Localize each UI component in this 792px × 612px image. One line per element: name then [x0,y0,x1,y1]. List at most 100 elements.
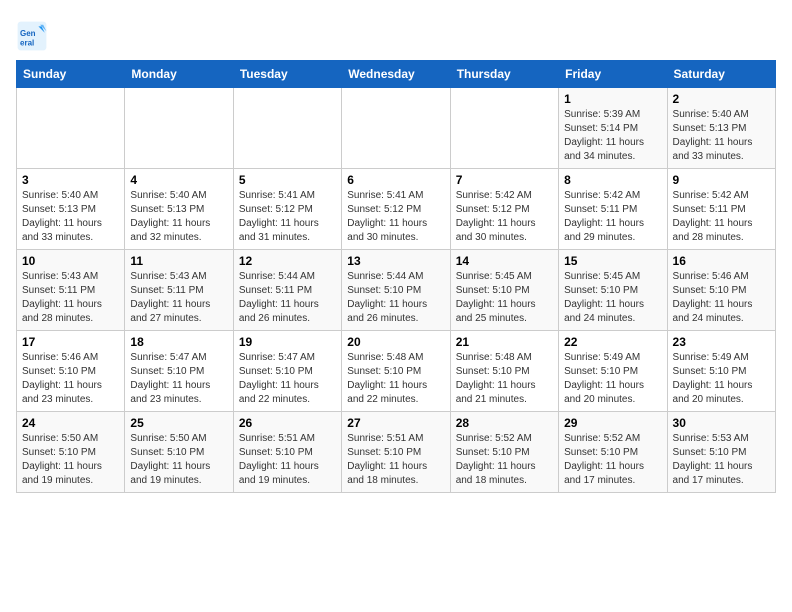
calendar-day-cell: 24 Sunrise: 5:50 AM Sunset: 5:10 PM Dayli… [17,412,125,493]
day-info: Sunrise: 5:45 AM Sunset: 5:10 PM Dayligh… [456,270,553,326]
day-number: 29 [564,416,661,430]
day-number: 21 [456,335,553,349]
logo: Gen eral [16,20,52,52]
day-info: Sunrise: 5:41 AM Sunset: 5:12 PM Dayligh… [239,189,336,245]
day-number: 19 [239,335,336,349]
day-number: 10 [22,254,119,268]
calendar-day-cell: 18 Sunrise: 5:47 AM Sunset: 5:10 PM Dayli… [125,331,233,412]
day-number: 16 [673,254,770,268]
day-info: Sunrise: 5:45 AM Sunset: 5:10 PM Dayligh… [564,270,661,326]
calendar-day-cell: 20Sunrise: 5:48 AM Sunset: 5:10 PM Dayli… [342,331,450,412]
day-number: 20 [347,335,444,349]
day-info: Sunrise: 5:51 AM Sunset: 5:10 PM Dayligh… [239,432,336,488]
day-number: 27 [347,416,444,430]
weekday-header-cell: Sunday [17,61,125,88]
day-number: 26 [239,416,336,430]
calendar-day-cell [17,88,125,169]
calendar-day-cell: 3 Sunrise: 5:40 AM Sunset: 5:13 PM Daylig… [17,169,125,250]
day-info: Sunrise: 5:50 AM Sunset: 5:10 PM Dayligh… [22,432,119,488]
weekday-header-row: SundayMondayTuesdayWednesdayThursdayFrid… [17,61,776,88]
day-number: 13 [347,254,444,268]
weekday-header-cell: Monday [125,61,233,88]
day-number: 17 [22,335,119,349]
calendar-week-row: 1 Sunrise: 5:39 AM Sunset: 5:14 PM Daylig… [17,88,776,169]
day-number: 22 [564,335,661,349]
day-number: 2 [673,92,770,106]
svg-text:eral: eral [20,39,34,48]
day-number: 11 [130,254,227,268]
calendar-table: SundayMondayTuesdayWednesdayThursdayFrid… [16,60,776,493]
calendar-day-cell: 8 Sunrise: 5:42 AM Sunset: 5:11 PM Daylig… [559,169,667,250]
calendar-body: 1 Sunrise: 5:39 AM Sunset: 5:14 PM Daylig… [17,88,776,493]
calendar-day-cell: 10 Sunrise: 5:43 AM Sunset: 5:11 PM Dayli… [17,250,125,331]
calendar-day-cell: 4Sunrise: 5:40 AM Sunset: 5:13 PM Daylig… [125,169,233,250]
day-info: Sunrise: 5:41 AM Sunset: 5:12 PM Dayligh… [347,189,444,245]
calendar-day-cell: 13 Sunrise: 5:44 AM Sunset: 5:10 PM Dayli… [342,250,450,331]
day-info: Sunrise: 5:43 AM Sunset: 5:11 PM Dayligh… [22,270,119,326]
day-number: 6 [347,173,444,187]
calendar-day-cell: 9Sunrise: 5:42 AM Sunset: 5:11 PM Daylig… [667,169,775,250]
calendar-day-cell: 21 Sunrise: 5:48 AM Sunset: 5:10 PM Dayli… [450,331,558,412]
day-info: Sunrise: 5:46 AM Sunset: 5:10 PM Dayligh… [673,270,770,326]
weekday-header-cell: Saturday [667,61,775,88]
day-number: 7 [456,173,553,187]
calendar-day-cell: 25 Sunrise: 5:50 AM Sunset: 5:10 PM Dayli… [125,412,233,493]
day-info: Sunrise: 5:47 AM Sunset: 5:10 PM Dayligh… [130,351,227,407]
day-info: Sunrise: 5:40 AM Sunset: 5:13 PM Dayligh… [22,189,119,245]
day-number: 23 [673,335,770,349]
day-info: Sunrise: 5:40 AM Sunset: 5:13 PM Dayligh… [130,189,227,245]
svg-text:Gen: Gen [20,29,36,38]
day-number: 12 [239,254,336,268]
calendar-day-cell: 17 Sunrise: 5:46 AM Sunset: 5:10 PM Dayli… [17,331,125,412]
day-info: Sunrise: 5:52 AM Sunset: 5:10 PM Dayligh… [564,432,661,488]
day-info: Sunrise: 5:50 AM Sunset: 5:10 PM Dayligh… [130,432,227,488]
day-number: 14 [456,254,553,268]
weekday-header-cell: Wednesday [342,61,450,88]
calendar-day-cell: 27 Sunrise: 5:51 AM Sunset: 5:10 PM Dayli… [342,412,450,493]
calendar-day-cell: 6 Sunrise: 5:41 AM Sunset: 5:12 PM Daylig… [342,169,450,250]
day-info: Sunrise: 5:42 AM Sunset: 5:11 PM Dayligh… [673,189,770,245]
calendar-day-cell [342,88,450,169]
day-info: Sunrise: 5:43 AM Sunset: 5:11 PM Dayligh… [130,270,227,326]
calendar-day-cell: 14 Sunrise: 5:45 AM Sunset: 5:10 PM Dayli… [450,250,558,331]
day-number: 1 [564,92,661,106]
calendar-day-cell: 30 Sunrise: 5:53 AM Sunset: 5:10 PM Dayli… [667,412,775,493]
weekday-header-cell: Friday [559,61,667,88]
day-info: Sunrise: 5:44 AM Sunset: 5:11 PM Dayligh… [239,270,336,326]
day-info: Sunrise: 5:52 AM Sunset: 5:10 PM Dayligh… [456,432,553,488]
day-info: Sunrise: 5:39 AM Sunset: 5:14 PM Dayligh… [564,108,661,164]
day-info: Sunrise: 5:49 AM Sunset: 5:10 PM Dayligh… [673,351,770,407]
calendar-day-cell [233,88,341,169]
calendar-day-cell: 29 Sunrise: 5:52 AM Sunset: 5:10 PM Dayli… [559,412,667,493]
day-info: Sunrise: 5:42 AM Sunset: 5:12 PM Dayligh… [456,189,553,245]
day-info: Sunrise: 5:46 AM Sunset: 5:10 PM Dayligh… [22,351,119,407]
calendar-day-cell: 16 Sunrise: 5:46 AM Sunset: 5:10 PM Dayli… [667,250,775,331]
day-info: Sunrise: 5:53 AM Sunset: 5:10 PM Dayligh… [673,432,770,488]
calendar-day-cell [450,88,558,169]
calendar-day-cell: 7 Sunrise: 5:42 AM Sunset: 5:12 PM Daylig… [450,169,558,250]
day-number: 30 [673,416,770,430]
day-info: Sunrise: 5:51 AM Sunset: 5:10 PM Dayligh… [347,432,444,488]
weekday-header-cell: Tuesday [233,61,341,88]
day-info: Sunrise: 5:42 AM Sunset: 5:11 PM Dayligh… [564,189,661,245]
page-header: Gen eral [16,16,776,52]
calendar-day-cell: 19 Sunrise: 5:47 AM Sunset: 5:10 PM Dayli… [233,331,341,412]
day-info: Sunrise: 5:47 AM Sunset: 5:10 PM Dayligh… [239,351,336,407]
day-number: 25 [130,416,227,430]
day-info: Sunrise: 5:48 AM Sunset: 5:10 PM Dayligh… [456,351,553,407]
day-number: 5 [239,173,336,187]
day-number: 18 [130,335,227,349]
day-number: 15 [564,254,661,268]
calendar-week-row: 3 Sunrise: 5:40 AM Sunset: 5:13 PM Daylig… [17,169,776,250]
day-info: Sunrise: 5:44 AM Sunset: 5:10 PM Dayligh… [347,270,444,326]
calendar-day-cell: 23 Sunrise: 5:49 AM Sunset: 5:10 PM Dayli… [667,331,775,412]
day-number: 8 [564,173,661,187]
logo-icon: Gen eral [16,20,48,52]
calendar-day-cell: 15 Sunrise: 5:45 AM Sunset: 5:10 PM Dayli… [559,250,667,331]
day-number: 3 [22,173,119,187]
day-number: 24 [22,416,119,430]
calendar-day-cell: 1 Sunrise: 5:39 AM Sunset: 5:14 PM Daylig… [559,88,667,169]
calendar-day-cell: 5 Sunrise: 5:41 AM Sunset: 5:12 PM Daylig… [233,169,341,250]
calendar-day-cell [125,88,233,169]
calendar-day-cell: 26 Sunrise: 5:51 AM Sunset: 5:10 PM Dayli… [233,412,341,493]
